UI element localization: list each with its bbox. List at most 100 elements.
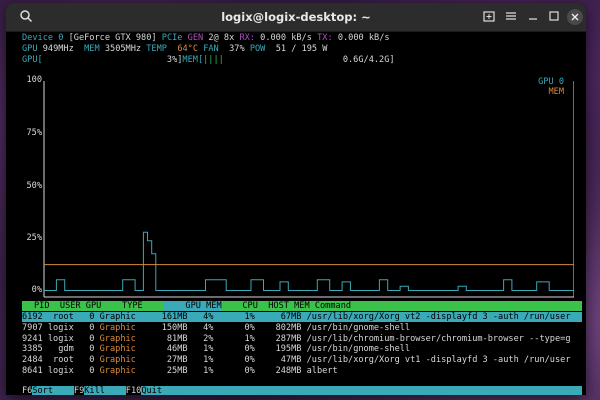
table-row[interactable]: 8641 logix 0 Graphic 25MB 1% 0% 248MB al… [22, 366, 582, 376]
gpu-clock-value: 949MHz [42, 44, 74, 54]
cell-host-mem: 248MB [254, 366, 307, 376]
cell-type: Graphic [99, 344, 136, 355]
cell-type: Graphic [99, 366, 136, 376]
footer-key-quit[interactable]: F10 [125, 386, 142, 395]
cell-command: /usr/lib/xorg/Xorg vt1 -displayfd 3 -aut… [306, 355, 571, 366]
mem-clock-value: 3505MHz [104, 44, 142, 54]
cell-user: logix [47, 333, 79, 344]
table-row[interactable]: 9241 logix 0 Graphic 81MB 2% 1% 287MB /u… [22, 334, 582, 344]
cell-cpu: 0% [213, 366, 255, 376]
cell-gpu-mem: 161MB [135, 312, 188, 322]
cell-command: albert [306, 366, 338, 376]
cell-cpu: 0% [213, 322, 255, 333]
cell-pid: 8641 [22, 366, 48, 376]
cell-cpu: 1% [213, 312, 255, 322]
temp-value: 64°C [177, 44, 199, 54]
cell-pid: 3385 [22, 344, 48, 355]
cell-gpu-mem: 150MB [135, 322, 188, 333]
cell-pid: 9241 [22, 333, 48, 344]
cell-gpu: 0 [78, 366, 100, 376]
cell-host-mem: 47MB [254, 355, 307, 366]
table-row[interactable]: 2484 root 0 Graphic 27MB 1% 0% 47MB /usr… [22, 355, 582, 365]
cell-gpu-mem: 81MB [135, 333, 188, 344]
col-pid[interactable]: PID [34, 301, 50, 311]
cell-type: Graphic [99, 322, 136, 333]
col-user[interactable]: USER [60, 301, 81, 311]
usage-bars-line: GPU[ 3%]MEM[|||| 0.6G/4.2G] [22, 55, 395, 66]
col-cpu[interactable]: CPU [242, 301, 258, 311]
cell-command: /usr/lib/chromium-browser/chromium-brows… [306, 333, 571, 344]
cell-user: root [47, 355, 79, 366]
rx-value: 0.000 kB/s [260, 33, 312, 43]
mem-clock-label: MEM [84, 44, 100, 54]
maximize-icon[interactable] [546, 9, 562, 25]
cell-gpu: 0 [78, 312, 100, 322]
clock-info-line: GPU 949MHz MEM 3505MHz TEMP 64°C FAN 37%… [22, 44, 327, 55]
col-gpu[interactable]: GPU [86, 301, 102, 311]
usage-chart: 100 75% 50% 25% 0% GPU 0 MEM [22, 75, 574, 319]
cell-gpu-mem: 46MB [135, 344, 188, 355]
footer-key-sort[interactable]: F6 [22, 386, 33, 395]
cell-gpu-mem-pct: 1% [187, 355, 214, 366]
fan-value: 37% [229, 44, 245, 54]
cell-host-mem: 67MB [254, 312, 307, 322]
footer-label-sort[interactable]: Sort [32, 386, 58, 395]
footer-bar: F6Sort F9Kill F10Quit [22, 386, 582, 395]
terminal-body[interactable]: Device 0 [GeForce GTX 980] PCIe GEN 2@ 8… [6, 31, 586, 395]
cell-gpu-mem-pct: 4% [187, 312, 214, 322]
cell-type: Graphic [99, 312, 136, 322]
device-id: 0 [58, 33, 64, 43]
process-table-header: PID USER GPU TYPE GPU MEM CPU HOST MEM C… [22, 301, 582, 311]
cell-gpu-mem-pct: 1% [187, 366, 214, 376]
gpu-usage-label: GPU[ [22, 55, 43, 65]
cell-type: Graphic [99, 333, 136, 344]
table-row[interactable]: 7907 logix 0 Graphic 150MB 4% 0% 802MB /… [22, 323, 582, 333]
cell-user: gdm [47, 344, 79, 355]
footer-label-kill[interactable]: Kill [84, 386, 110, 395]
hamburger-menu-icon[interactable] [503, 9, 519, 25]
series-line-gpu [44, 231, 574, 291]
cell-command: /usr/lib/xorg/Xorg vt2 -displayfd 3 -aut… [306, 312, 571, 322]
new-tab-icon[interactable] [481, 9, 497, 25]
device-info-line: Device 0 [GeForce GTX 980] PCIe GEN 2@ 8… [22, 33, 390, 44]
cell-host-mem: 287MB [254, 333, 307, 344]
cell-cpu: 0% [213, 355, 255, 366]
footer-label-quit[interactable]: Quit [141, 386, 162, 395]
mem-usage-label: MEM[ [182, 55, 204, 65]
legend-mem: MEM [548, 87, 564, 97]
table-row[interactable]: 6192 root 0 Graphic 161MB 4% 1% 67MB /us… [22, 312, 582, 322]
temp-label: TEMP [146, 44, 167, 54]
gpu-usage-value: 3%] [166, 55, 183, 65]
mem-usage-value: 0.6G/4.2G] [342, 55, 395, 65]
tx-value: 0.000 kB/s [337, 33, 390, 43]
table-row[interactable]: 3385 gdm 0 Graphic 46MB 1% 0% 195MB /usr… [22, 344, 582, 354]
pcie-label: PCIe [161, 33, 183, 43]
chart-plot [43, 81, 574, 298]
cell-gpu: 0 [78, 344, 100, 355]
col-type[interactable]: TYPE [122, 301, 143, 311]
cell-command: /usr/bin/gnome-shell [306, 322, 411, 333]
cell-gpu-mem: 27MB [135, 355, 188, 366]
fan-label: FAN [203, 44, 219, 54]
rx-label: RX: [239, 33, 255, 43]
gen-value: 2@ 8x [208, 33, 235, 43]
gpu-clock-label: GPU [22, 44, 38, 54]
device-label: Device [22, 33, 54, 43]
cell-cpu: 0% [213, 344, 255, 355]
close-icon[interactable] [567, 9, 583, 25]
cell-user: logix [47, 322, 79, 333]
tx-label: TX: [317, 33, 333, 43]
cell-pid: 2484 [22, 355, 48, 366]
cell-gpu: 0 [78, 322, 100, 333]
cell-gpu: 0 [78, 355, 100, 366]
col-gpu-mem[interactable]: GPU MEM [163, 301, 222, 311]
cell-user: root [47, 312, 79, 322]
minimize-icon[interactable] [525, 9, 541, 25]
pow-value: 51 / 195 W [275, 44, 328, 54]
cell-gpu: 0 [78, 333, 100, 344]
col-host-mem[interactable]: HOST MEM [268, 301, 309, 311]
col-command[interactable]: Command [315, 301, 351, 311]
titlebar: logix@logix-desktop: ~ [6, 3, 586, 32]
footer-key-kill[interactable]: F9 [73, 386, 85, 395]
cell-pid: 7907 [22, 322, 48, 333]
